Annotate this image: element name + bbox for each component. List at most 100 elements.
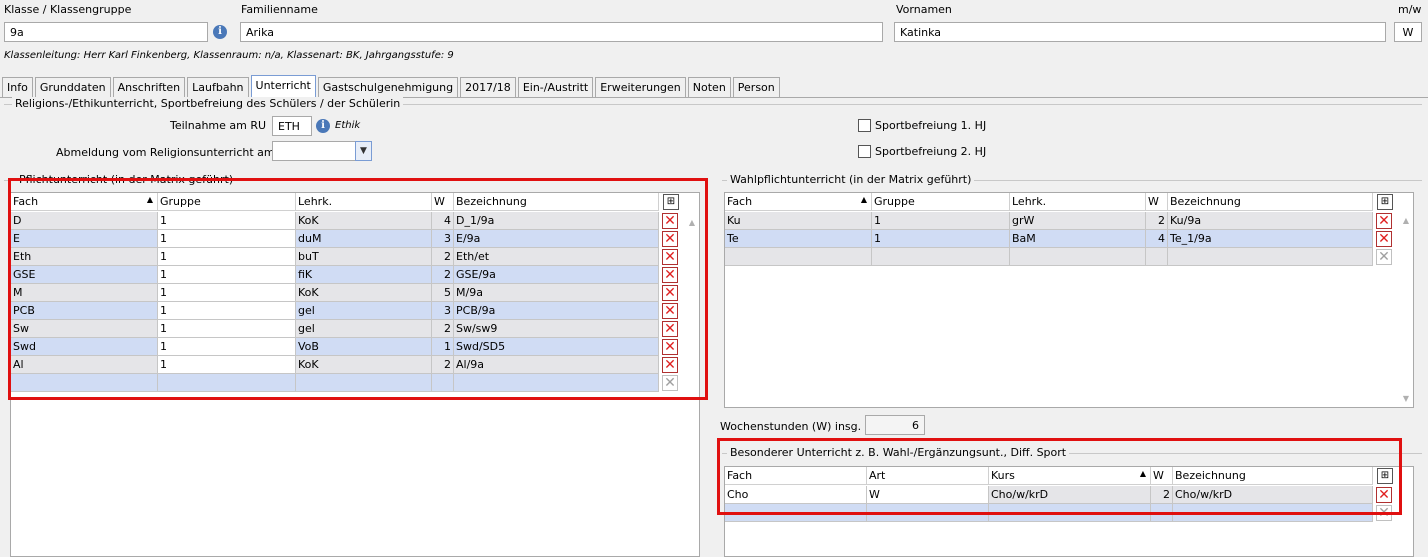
table-row[interactable]: D 1 KoK 4 D_1/9a (11, 212, 659, 230)
cell-bezeichnung[interactable]: Cho/w/krD (1173, 486, 1373, 504)
column-header-lehrkraft[interactable]: Lehrk. (1010, 193, 1146, 211)
cell-bezeichnung[interactable]: Eth/et (454, 248, 659, 266)
cell-gruppe[interactable]: 1 (158, 266, 296, 284)
table-row[interactable]: GSE 1 fiK 2 GSE/9a (11, 266, 659, 284)
table-row[interactable]: Ku 1 grW 2 Ku/9a (725, 212, 1373, 230)
cell-gruppe[interactable]: 1 (158, 302, 296, 320)
cell-w[interactable] (1146, 248, 1168, 266)
cell-w[interactable]: 5 (432, 284, 454, 302)
delete-row-icon[interactable]: ✕ (662, 303, 678, 319)
cell-w[interactable]: 2 (432, 266, 454, 284)
sport1-checkbox[interactable] (858, 119, 871, 132)
cell-lehrkraft[interactable]: buT (296, 248, 432, 266)
column-header-bezeichnung[interactable]: Bezeichnung (1168, 193, 1373, 211)
cell-gruppe[interactable]: 1 (158, 284, 296, 302)
tab-erweiterungen[interactable]: Erweiterungen (595, 77, 686, 97)
cell-lehrkraft[interactable]: VoB (296, 338, 432, 356)
chevron-down-icon[interactable]: ▼ (355, 141, 372, 161)
table-row[interactable]: Sw 1 gel 2 Sw/sw9 (11, 320, 659, 338)
cell-bezeichnung[interactable]: E/9a (454, 230, 659, 248)
mw-field[interactable]: W (1394, 22, 1422, 42)
teilnahme-field[interactable]: ETH (272, 116, 312, 136)
sport2-checkbox[interactable] (858, 145, 871, 158)
cell-fach[interactable]: GSE (11, 266, 158, 284)
column-header-gruppe[interactable]: Art (867, 467, 989, 485)
table-row[interactable]: Al 1 KoK 2 Al/9a (11, 356, 659, 374)
tab-ein-austritt[interactable]: Ein-/Austritt (517, 77, 594, 97)
cell-lehrkraft[interactable]: fiK (296, 266, 432, 284)
tab-laufbahn[interactable]: Laufbahn (187, 77, 249, 97)
cell-fach[interactable]: Eth (11, 248, 158, 266)
column-header-fach[interactable]: Fach ▲ (725, 193, 872, 211)
cell-gruppe[interactable]: W (867, 486, 989, 504)
cell-gruppe[interactable]: 1 (872, 230, 1010, 248)
delete-row-icon[interactable]: ✕ (662, 267, 678, 283)
cell-fach[interactable]: M (11, 284, 158, 302)
cell-fach[interactable] (11, 374, 158, 392)
cell-gruppe[interactable] (158, 374, 296, 392)
cell-lehrkraft[interactable]: KoK (296, 212, 432, 230)
tab-noten[interactable]: Noten (687, 77, 731, 97)
familienname-field[interactable]: Arika (240, 22, 883, 42)
vornamen-field[interactable]: Katinka (894, 22, 1386, 42)
cell-w[interactable]: 2 (432, 356, 454, 374)
delete-row-icon[interactable]: ✕ (662, 285, 678, 301)
cell-w[interactable]: 4 (1146, 230, 1168, 248)
cell-w[interactable]: 3 (432, 230, 454, 248)
cell-w[interactable] (1151, 504, 1173, 522)
column-header-gruppe[interactable]: Gruppe (158, 193, 296, 211)
info-icon[interactable]: i (213, 25, 227, 39)
cell-w[interactable]: 2 (432, 320, 454, 338)
cell-lehrkraft[interactable]: KoK (296, 284, 432, 302)
tab-gastschulgenehmigung[interactable]: Gastschulgenehmigung (317, 77, 459, 97)
cell-w[interactable]: 2 (432, 248, 454, 266)
table-row[interactable]: Cho W Cho/w/krD 2 Cho/w/krD (725, 486, 1373, 504)
column-chooser-icon[interactable]: ⊞ (1377, 194, 1393, 210)
cell-w[interactable]: 3 (432, 302, 454, 320)
tab-unterricht[interactable]: Unterricht (250, 75, 316, 97)
cell-fach[interactable]: D (11, 212, 158, 230)
column-header-w[interactable]: W (1146, 193, 1168, 211)
cell-w[interactable]: 2 (1151, 486, 1173, 504)
cell-fach[interactable]: PCB (11, 302, 158, 320)
column-header-w[interactable]: W (432, 193, 454, 211)
cell-lehrkraft[interactable]: KoK (296, 356, 432, 374)
cell-lehrkraft[interactable] (989, 504, 1151, 522)
delete-row-icon[interactable]: ✕ (662, 321, 678, 337)
column-header-fach[interactable]: Fach ▲ (11, 193, 158, 211)
column-chooser-icon[interactable]: ⊞ (663, 194, 679, 210)
table-row[interactable]: M 1 KoK 5 M/9a (11, 284, 659, 302)
delete-row-icon[interactable]: ✕ (662, 213, 678, 229)
cell-bezeichnung[interactable]: GSE/9a (454, 266, 659, 284)
column-header-bezeichnung[interactable]: Bezeichnung (454, 193, 659, 211)
abmeldung-date-field[interactable] (272, 141, 358, 161)
cell-bezeichnung[interactable] (454, 374, 659, 392)
table-row[interactable]: PCB 1 gel 3 PCB/9a (11, 302, 659, 320)
delete-row-icon[interactable]: ✕ (662, 339, 678, 355)
cell-w[interactable] (432, 374, 454, 392)
tab-anschriften[interactable]: Anschriften (112, 77, 186, 97)
cell-fach[interactable]: Al (11, 356, 158, 374)
scroll-up-icon[interactable]: ▲ (1399, 215, 1413, 227)
cell-lehrkraft[interactable]: grW (1010, 212, 1146, 230)
tab-info[interactable]: Info (2, 77, 33, 97)
delete-row-icon[interactable]: ✕ (662, 357, 678, 373)
cell-fach[interactable] (725, 248, 872, 266)
cell-bezeichnung[interactable]: Sw/sw9 (454, 320, 659, 338)
cell-gruppe[interactable]: 1 (158, 212, 296, 230)
column-header-lehrkraft[interactable]: Lehrk. (296, 193, 432, 211)
delete-row-icon[interactable]: ✕ (1376, 231, 1392, 247)
cell-fach[interactable]: Te (725, 230, 872, 248)
cell-fach[interactable] (725, 504, 867, 522)
cell-fach[interactable]: Ku (725, 212, 872, 230)
column-header-fach[interactable]: Fach (725, 467, 867, 485)
cell-fach[interactable]: Cho (725, 486, 867, 504)
cell-bezeichnung[interactable]: PCB/9a (454, 302, 659, 320)
column-header-bezeichnung[interactable]: Bezeichnung (1173, 467, 1373, 485)
table-row[interactable]: Te 1 BaM 4 Te_1/9a (725, 230, 1373, 248)
tab-person[interactable]: Person (732, 77, 780, 97)
cell-w[interactable]: 4 (432, 212, 454, 230)
cell-bezeichnung[interactable]: Te_1/9a (1168, 230, 1373, 248)
cell-bezeichnung[interactable]: Swd/SD5 (454, 338, 659, 356)
table-row[interactable]: Eth 1 buT 2 Eth/et (11, 248, 659, 266)
